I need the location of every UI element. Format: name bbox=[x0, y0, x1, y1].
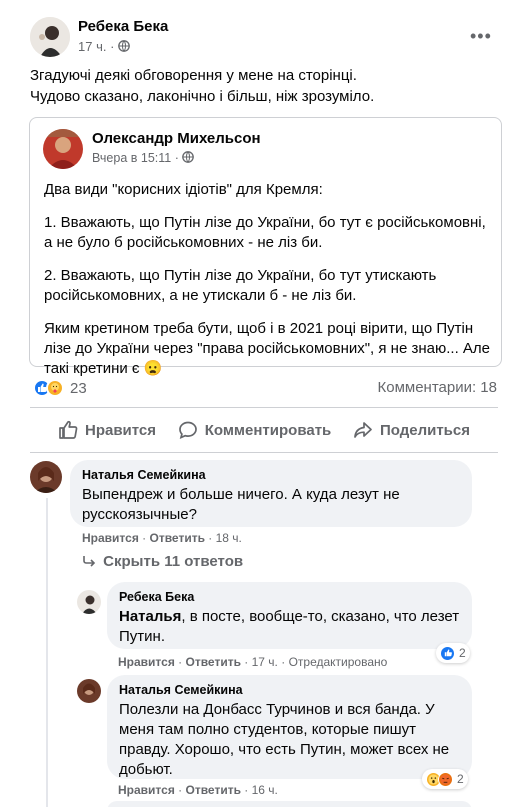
globe-icon bbox=[118, 39, 130, 54]
hide-replies-button[interactable]: Скрыть 11 ответов bbox=[82, 553, 243, 570]
comment-like-link[interactable]: Нравится bbox=[82, 531, 139, 545]
post-card: Ребека Бека 17 ч. · ••• Згадуючі деякі о… bbox=[0, 0, 511, 807]
like-button-label: Нравится bbox=[85, 421, 157, 439]
reply-text: Полезли на Донбасс Турчинов и вся банда.… bbox=[119, 701, 450, 778]
divider bbox=[30, 407, 498, 408]
comments-count[interactable]: Комментарии: 18 bbox=[378, 379, 498, 396]
comment-text: Выпендреж и больше ничего. А куда лезут … bbox=[82, 486, 400, 523]
reply-avatar[interactable] bbox=[77, 590, 101, 614]
reply-meta: Нравится · Ответить · 16 ч. bbox=[118, 783, 278, 797]
post-actions: Нравится Комментировать Поделиться bbox=[30, 410, 498, 450]
hide-replies-label: Скрыть 11 ответов bbox=[103, 553, 244, 570]
thread-line bbox=[46, 498, 48, 807]
comment-author[interactable]: Наталья Семейкина bbox=[82, 468, 460, 482]
reply-time[interactable]: 17 ч. bbox=[252, 655, 278, 669]
reactions-summary[interactable]: 23 bbox=[33, 378, 87, 398]
post-time[interactable]: 17 ч. · bbox=[78, 39, 130, 54]
comment-button-label: Комментировать bbox=[204, 421, 332, 439]
shared-paragraph-text: Яким кретином треба бути, щоб і в 2021 р… bbox=[44, 320, 491, 377]
reply-time[interactable]: 16 ч. bbox=[252, 783, 278, 797]
dot-separator: · bbox=[110, 39, 119, 54]
reply-reactions[interactable]: 2 bbox=[422, 769, 468, 789]
shared-paragraph: Два види "корисних ідіотів" для Кремля: bbox=[44, 181, 323, 198]
comment-icon bbox=[178, 421, 197, 439]
thumbs-up-icon bbox=[59, 420, 78, 439]
shared-post[interactable]: Олександр Михельсон Вчера в 15:11 · Два … bbox=[29, 117, 502, 377]
shared-paragraph: 1. Вважають, що Путін лізе до України, б… bbox=[44, 214, 486, 251]
comment-button[interactable]: Комментировать bbox=[178, 420, 332, 440]
comment-time[interactable]: 18 ч. bbox=[216, 531, 242, 545]
like-reaction-icon bbox=[440, 645, 455, 661]
globe-icon bbox=[182, 151, 195, 165]
post-author-name[interactable]: Ребека Бека bbox=[78, 18, 168, 35]
comment-reply-link[interactable]: Ответить bbox=[150, 531, 205, 545]
reply-reply-link[interactable]: Ответить bbox=[186, 655, 241, 669]
reply-meta: Нравится · Ответить · 17 ч. · Отредактир… bbox=[118, 655, 388, 669]
shared-author-avatar[interactable] bbox=[43, 129, 83, 169]
reply-reactions[interactable]: 2 bbox=[436, 643, 470, 663]
post-text-line: Згадуючі деякі обговорення у мене на сто… bbox=[30, 67, 357, 84]
share-icon bbox=[354, 422, 372, 438]
reply-like-link[interactable]: Нравится bbox=[118, 655, 175, 669]
reply-arrow-icon bbox=[83, 556, 96, 567]
shared-paragraph: 2. Вважають, що Путін лізе до України, б… bbox=[44, 267, 437, 304]
like-button[interactable]: Нравится bbox=[58, 420, 156, 440]
care-reaction-icon bbox=[46, 379, 64, 397]
mention-link[interactable]: Наталья bbox=[119, 608, 181, 625]
post-text-line: Чудово сказано, лаконічно і більш, ніж з… bbox=[30, 88, 375, 105]
reply-author[interactable]: Наталья Семейкина bbox=[119, 683, 460, 697]
reply-bubble-partial bbox=[107, 801, 472, 807]
edited-label[interactable]: Отредактировано bbox=[289, 655, 388, 669]
shared-time-text[interactable]: Вчера в 15:11 bbox=[92, 151, 171, 165]
worried-emoji: 😦 bbox=[143, 360, 163, 377]
shared-paragraph: Яким кретином треба бути, щоб і в 2021 р… bbox=[44, 319, 494, 379]
share-button-label: Поделиться bbox=[379, 421, 470, 439]
more-options-icon[interactable]: ••• bbox=[470, 26, 492, 47]
reply-reaction-count: 2 bbox=[457, 772, 464, 786]
commenter-avatar[interactable] bbox=[30, 461, 62, 493]
divider bbox=[30, 452, 498, 453]
shared-author-name[interactable]: Олександр Михельсон bbox=[92, 130, 261, 147]
post-author-avatar[interactable] bbox=[30, 17, 70, 57]
comment-meta: Нравится · Ответить · 18 ч. bbox=[82, 531, 242, 545]
reply-author[interactable]: Ребека Бека bbox=[119, 590, 460, 604]
post-text: Згадуючі деякі обговорення у мене на сто… bbox=[30, 65, 490, 107]
reply-text: Наталья, в посте, вообще-то, сказано, чт… bbox=[119, 607, 460, 647]
post-time-text[interactable]: 17 ч. bbox=[78, 39, 106, 54]
reply-bubble: Наталья Семейкина Полезли на Донбасс Тур… bbox=[107, 675, 472, 779]
reply-like-link[interactable]: Нравится bbox=[118, 783, 175, 797]
reactions-count[interactable]: 23 bbox=[70, 380, 87, 397]
share-button[interactable]: Поделиться bbox=[353, 420, 470, 440]
reply-reaction-count: 2 bbox=[459, 646, 466, 660]
reply-avatar[interactable] bbox=[77, 679, 101, 703]
shared-body: Два види "корисних ідіотів" для Кремля: … bbox=[44, 180, 494, 392]
reply-bubble: Ребека Бека Наталья, в посте, вообще-то,… bbox=[107, 582, 472, 649]
comment-bubble: Наталья Семейкина Выпендреж и больше нич… bbox=[70, 460, 472, 527]
reply-reply-link[interactable]: Ответить bbox=[186, 783, 241, 797]
shared-time[interactable]: Вчера в 15:11 · bbox=[92, 151, 195, 165]
angry-reaction-icon bbox=[438, 771, 453, 787]
